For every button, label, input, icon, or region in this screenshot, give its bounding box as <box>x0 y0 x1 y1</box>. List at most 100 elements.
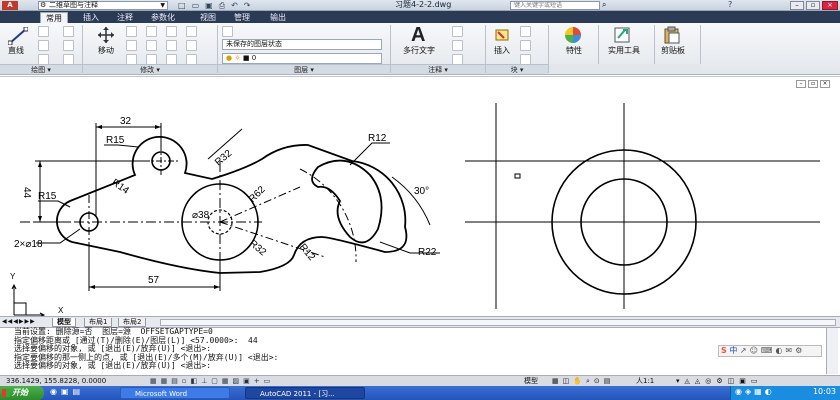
dim-32-text: 32 <box>120 116 132 127</box>
command-line[interactable]: 当前设置: 删除源=否 图层=源 OFFSETGAPTYPE=0 指定偏移距离或 … <box>0 327 840 375</box>
insert-block-icon[interactable] <box>494 27 512 43</box>
minimize-button[interactable]: – <box>790 1 804 10</box>
undo-icon[interactable]: ↶ <box>231 1 244 10</box>
chevron-down-icon: ▼ <box>160 2 165 9</box>
print-icon[interactable]: ⎙ <box>219 1 231 10</box>
status-bar: 336.1429, 155.8228, 0.0000 ▦▦▤▫◧⊥▢▦▨▣+▭ … <box>0 375 840 386</box>
mirror-icon[interactable] <box>146 40 157 51</box>
modify-panel-text: 修改 <box>140 66 155 74</box>
model-space-label[interactable]: 模型 <box>524 376 538 386</box>
draw-panel-label[interactable]: 绘图 ▾ <box>0 64 82 74</box>
annotation-panel-label[interactable]: 注释 ▾ <box>391 64 485 74</box>
layer-properties-icon[interactable] <box>222 26 233 37</box>
block-panel-label[interactable]: 块 ▾ <box>486 64 548 74</box>
start-button[interactable]: 开始 <box>0 386 44 400</box>
utilities-label[interactable]: 实用工具 <box>608 45 640 56</box>
create-block-icon[interactable] <box>520 26 531 37</box>
layers-panel-label[interactable]: 图层 ▾ <box>218 64 390 74</box>
save-icon[interactable]: ▣ <box>205 1 219 10</box>
tab-home[interactable]: 常用 <box>40 12 68 23</box>
tab-output[interactable]: 输出 <box>265 12 291 23</box>
dim-r12-top-text: R12 <box>368 133 387 144</box>
mtext-icon[interactable]: A <box>411 24 425 47</box>
polyline-icon[interactable] <box>38 26 49 37</box>
copy-icon[interactable] <box>126 40 137 51</box>
command-scrollbar[interactable] <box>826 328 838 374</box>
utilities-icon[interactable] <box>613 26 633 44</box>
search-icon[interactable]: ⌕ <box>602 0 606 10</box>
insert-label[interactable]: 插入 <box>494 45 510 56</box>
tray-icons[interactable]: ◉◈▦◐ <box>735 387 775 396</box>
dim-r12-b-text: R12 <box>297 242 318 263</box>
tab-model[interactable]: 模型 <box>52 318 76 327</box>
task-word[interactable]: Microsoft Word <box>120 387 230 399</box>
annotation-scale[interactable]: 人1:1 <box>636 376 654 386</box>
draw-more-icon[interactable] <box>63 26 74 37</box>
app-logo-icon[interactable]: A <box>2 1 18 10</box>
gear-icon: ⚙ <box>40 1 47 9</box>
fillet-icon[interactable] <box>166 40 177 51</box>
block-panel-text: 块 <box>510 66 518 74</box>
layers-panel-text: 图层 <box>294 66 309 74</box>
quick-launch-icons[interactable]: ◉▣▤ <box>50 387 84 396</box>
ucs-x-label: X <box>58 306 64 315</box>
tab-layout2[interactable]: 布局2 <box>118 318 147 327</box>
dim-57-text: 57 <box>148 275 160 286</box>
open-icon[interactable]: ▭ <box>192 1 206 10</box>
close-button[interactable]: × <box>822 1 838 10</box>
hatch-icon[interactable] <box>63 40 74 51</box>
explode-icon[interactable] <box>186 26 197 37</box>
leader-2xd18 <box>36 228 81 244</box>
modify-panel-label[interactable]: 修改 ▾ <box>83 64 217 74</box>
quick-access-toolbar: □▭▣⎙↶↷ <box>178 1 378 10</box>
properties-icon[interactable] <box>563 26 583 44</box>
tab-annotate[interactable]: 注释 <box>112 12 138 23</box>
ime-mode[interactable]: 中 <box>729 346 737 355</box>
draw-panel-text: 绘图 <box>31 66 46 74</box>
workspace-dropdown[interactable]: ⚙ 二维草图与注释 ▼ <box>38 1 168 10</box>
rotate-icon[interactable] <box>126 26 137 37</box>
leader-icon[interactable] <box>452 40 463 51</box>
horizontal-scrollbar[interactable] <box>160 319 836 326</box>
properties-label[interactable]: 特性 <box>566 45 582 56</box>
ime-toolbar[interactable]: S 中 ↗☺⌨◐✉⚙ <box>718 345 822 357</box>
sogou-icon[interactable]: S <box>721 346 727 355</box>
tab-layout1[interactable]: 布局1 <box>84 318 113 327</box>
drafting-toggles[interactable]: ▦▦▤▫◧⊥▢▦▨▣+▭ <box>150 376 274 386</box>
slot-outline <box>311 159 383 244</box>
move-tool-label[interactable]: 移动 <box>98 45 114 56</box>
dim-d38-text: ⌀38 <box>192 210 210 221</box>
tab-insert[interactable]: 插入 <box>78 12 104 23</box>
title-bar: A ⚙ 二维草图与注释 ▼ □▭▣⎙↶↷ 习题4-2-2.dwg 键入关键字或短… <box>0 0 840 11</box>
layer-dropdown[interactable]: ● ☼ ■ 0 <box>222 53 382 64</box>
tab-parametric[interactable]: 参数化 <box>146 12 180 23</box>
mtext-label[interactable]: 多行文字 <box>403 45 435 56</box>
clipboard-icon[interactable] <box>663 26 681 44</box>
redo-icon[interactable]: ↷ <box>244 1 257 10</box>
line-tool-label[interactable]: 直线 <box>8 45 24 56</box>
maximize-button[interactable]: ▫ <box>806 1 820 10</box>
offset-icon[interactable] <box>186 40 197 51</box>
circle-icon[interactable] <box>38 40 49 51</box>
tab-view[interactable]: 视图 <box>195 12 221 23</box>
task-autocad[interactable]: AutoCAD 2011 - [习... <box>245 387 365 399</box>
tab-manage[interactable]: 管理 <box>229 12 255 23</box>
trim-icon[interactable] <box>146 26 157 37</box>
drawing-canvas[interactable]: – ▫ × 32 R15 R32 R12 R14 R15 44 R62 ⌀38 … <box>0 76 840 317</box>
dim-r14-text: R14 <box>109 177 131 197</box>
move-tool-icon[interactable] <box>96 26 116 44</box>
view-tools[interactable]: ▦◫✋⌕⊙▤ <box>552 376 614 386</box>
erase-icon[interactable] <box>166 26 177 37</box>
tab-nav-arrows[interactable]: ◀◀◀▶▶▶ <box>2 317 36 327</box>
line-tool-icon[interactable] <box>8 27 28 45</box>
linear-dim-icon[interactable] <box>452 26 463 37</box>
new-icon[interactable]: □ <box>178 1 192 10</box>
clipboard-label[interactable]: 剪贴板 <box>661 45 685 56</box>
current-layer-value: 0 <box>251 54 257 62</box>
layer-state-dropdown[interactable]: 未保存的图层状态 <box>222 39 382 50</box>
edit-block-icon[interactable] <box>520 40 531 51</box>
search-input[interactable]: 键入关键字或短语 <box>510 1 600 10</box>
help-icon[interactable]: ? <box>728 0 732 9</box>
status-tray-icons[interactable]: ▾◬◬◎⚙◫▣▭ <box>676 376 763 386</box>
dim-r32-b-text: R32 <box>247 238 268 259</box>
